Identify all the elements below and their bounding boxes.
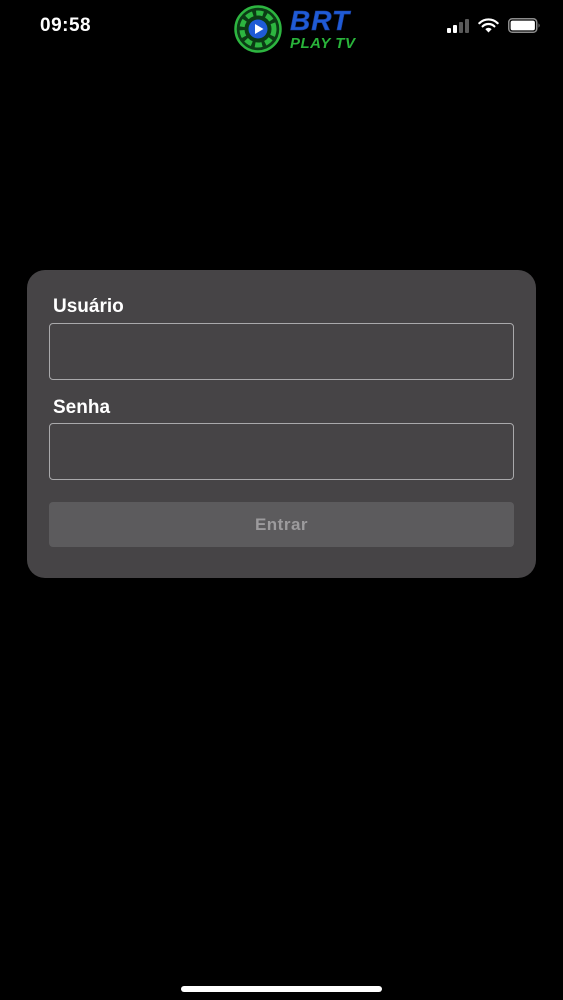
username-label: Usuário <box>53 296 124 317</box>
home-indicator[interactable] <box>181 986 382 992</box>
logo-play-ball-icon <box>234 5 282 53</box>
status-icons <box>447 18 541 33</box>
status-bar: 09:58 BRT PLAY TV <box>0 0 563 56</box>
password-label: Senha <box>53 397 111 418</box>
battery-icon <box>508 18 540 33</box>
logo-text: BRT PLAY TV <box>290 5 356 52</box>
logo-brand-text: BRT <box>290 5 351 36</box>
brand-logo: BRT PLAY TV <box>234 5 355 53</box>
login-card: Usuário Senha Entrar <box>27 270 536 578</box>
login-button[interactable]: Entrar <box>49 502 514 547</box>
cellular-signal-icon <box>447 18 469 33</box>
password-input[interactable] <box>49 423 514 480</box>
username-input[interactable] <box>49 323 514 380</box>
status-time: 09:58 <box>40 15 92 36</box>
wifi-icon <box>478 18 499 33</box>
logo-sub-text: PLAY TV <box>290 35 356 52</box>
